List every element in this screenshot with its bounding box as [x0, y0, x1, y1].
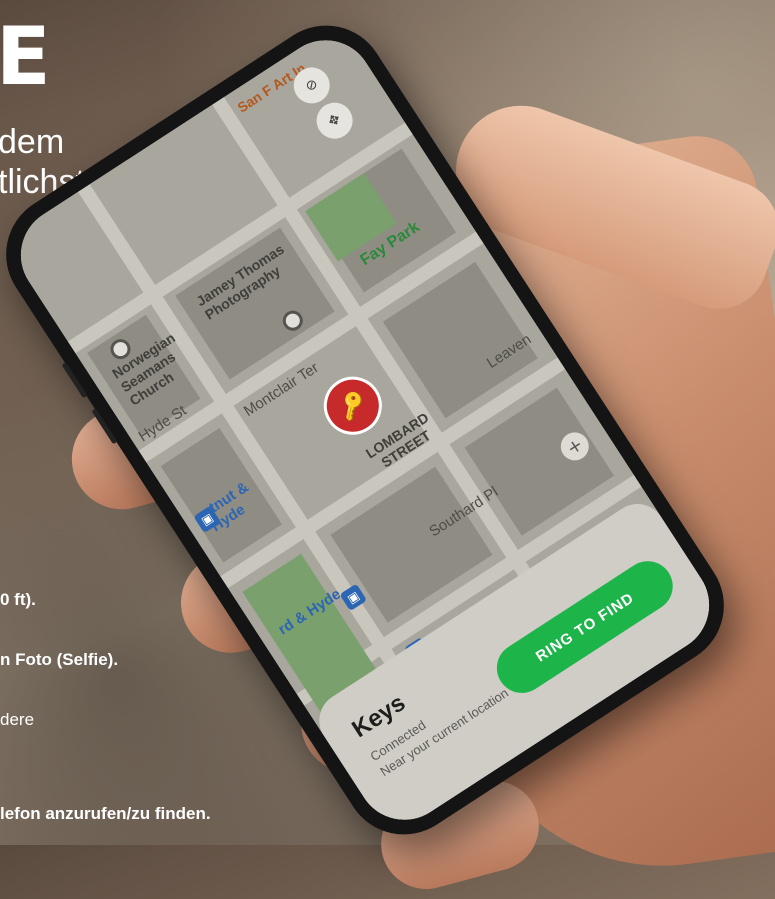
key-icon: 🔑 [334, 387, 372, 424]
compass-icon: ⊘ [302, 75, 322, 96]
expand-icon: ✥ [325, 110, 344, 131]
keys-location-pin[interactable]: 🔑 [312, 365, 393, 446]
overlay-bullet-4: lefon anzurufen/zu finden. [0, 804, 211, 823]
overlay-intro-line1: dem [0, 123, 65, 161]
expand-button[interactable]: ✥ [309, 95, 360, 146]
plus-icon: + [562, 433, 587, 460]
overlay-bullet-2: n Foto (Selfie). [0, 650, 119, 669]
overlay-bullet-1: 0 ft). [0, 590, 36, 609]
overlay-bullet-3: dere [0, 710, 35, 729]
overlay-heading-letter: E [0, 10, 51, 103]
